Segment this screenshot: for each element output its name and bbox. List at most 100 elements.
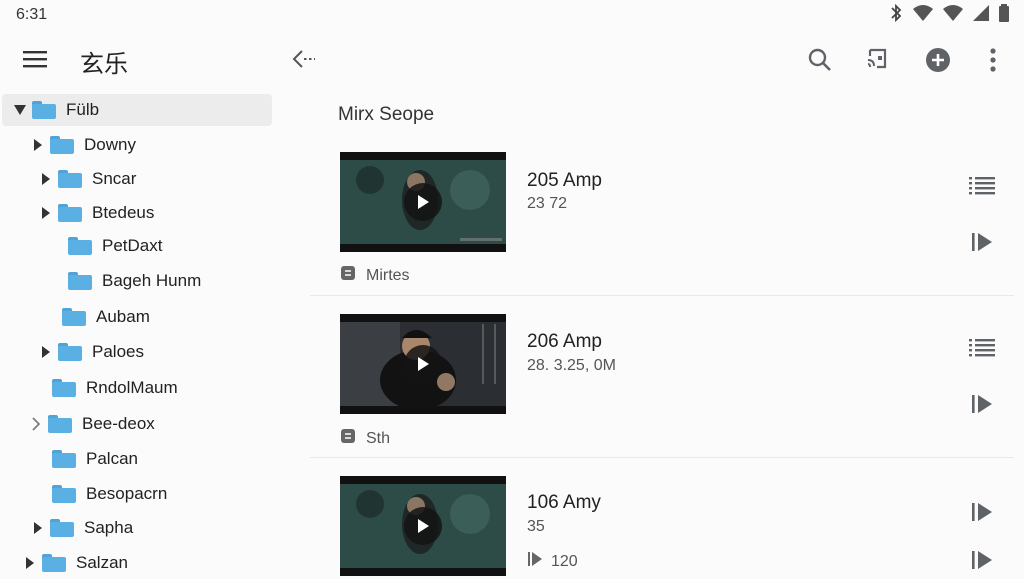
folder-icon (50, 136, 74, 154)
folder-icon (58, 204, 82, 222)
card-title: 206 Amp (527, 331, 602, 352)
folder-icon (68, 272, 92, 290)
battery-icon (998, 4, 1010, 27)
search-icon[interactable] (802, 42, 838, 78)
video-thumbnail[interactable] (340, 152, 506, 252)
chevron-right-icon[interactable] (38, 173, 54, 185)
tree-item-label: Paloes (92, 342, 144, 361)
list-icon[interactable] (966, 170, 998, 202)
bluetooth-icon (888, 3, 904, 27)
play-button[interactable] (404, 507, 442, 545)
card-meta-label: Sth (366, 429, 391, 447)
folder-icon (52, 450, 76, 468)
chevron-right-icon[interactable] (30, 522, 46, 534)
tree-item-label: Bageh Hunm (102, 271, 202, 290)
main-content: Mirx Seope 205 Amp 23 72 Mirtes 206 Amp … (290, 92, 1024, 576)
folder-icon (62, 308, 86, 326)
tree-item[interactable]: Palcan (52, 443, 138, 475)
tree-item[interactable]: Sapha (30, 512, 133, 544)
tree-item[interactable]: Aubam (62, 301, 150, 333)
folder-icon (58, 170, 82, 188)
tree-item[interactable]: Salzan (22, 547, 128, 579)
tree-item[interactable]: Bee-deox (28, 408, 155, 440)
hamburger-menu-icon[interactable] (18, 42, 52, 76)
chevron-right-icon[interactable] (38, 346, 54, 358)
chevron-right-icon[interactable] (28, 417, 44, 431)
play-next-icon (527, 551, 543, 572)
repeat-icon (340, 428, 356, 449)
video-card[interactable]: 205 Amp 23 72 Mirtes (320, 152, 1020, 292)
wifi-icon (912, 4, 934, 27)
app-bar: 玄乐 (0, 30, 1024, 88)
folder-icon (32, 101, 56, 119)
tree-item[interactable]: Besopacrn (52, 478, 167, 510)
divider (310, 295, 1014, 296)
tree-item[interactable]: Downy (30, 129, 136, 161)
tree-item-label: PetDaxt (102, 236, 163, 255)
play-next-icon[interactable] (966, 226, 998, 258)
play-button[interactable] (404, 183, 442, 221)
tree-item[interactable]: Sncar (38, 163, 136, 195)
tree-item-label: RndolMaum (86, 378, 178, 397)
card-subtitle: 23 72 (527, 195, 568, 212)
tree-item[interactable]: Btedeus (38, 197, 154, 229)
card-meta-label: 120 (551, 552, 578, 570)
chevron-right-icon[interactable] (38, 207, 54, 219)
video-thumbnail[interactable] (340, 476, 506, 576)
card-meta: Mirtes (340, 265, 410, 286)
tree-item-label: Palcan (86, 449, 138, 468)
card-title: 205 Amp (527, 170, 602, 191)
card-meta: Sth (340, 428, 390, 449)
play-next-icon[interactable] (966, 496, 998, 528)
card-subtitle: 28. 3.25, 0M (527, 357, 616, 374)
folder-icon (58, 343, 82, 361)
video-card[interactable]: 106 Amy 35 120 (320, 476, 1020, 576)
tree-item[interactable]: Bageh Hunm (68, 265, 201, 297)
status-time: 6:31 (16, 6, 48, 23)
tree-item-label: Btedeus (92, 203, 155, 222)
video-card[interactable]: 206 Amp 28. 3.25, 0M Sth (320, 314, 1020, 454)
folder-icon (42, 554, 66, 572)
tree-item-label: Salzan (76, 553, 128, 572)
chevron-right-icon[interactable] (22, 557, 38, 569)
folder-icon (52, 379, 76, 397)
folder-tree: Fülb Downy Sncar Btedeus PetDaxt Bageh H… (0, 92, 280, 576)
chevron-right-icon[interactable] (30, 139, 46, 151)
card-subtitle: 35 (527, 518, 545, 535)
tree-item-label: Aubam (96, 307, 150, 326)
divider (310, 457, 1014, 458)
tree-item[interactable]: RndolMaum (52, 372, 178, 404)
video-thumbnail[interactable] (340, 314, 506, 414)
card-meta: 120 (527, 551, 578, 572)
section-title: Mirx Seope (338, 104, 435, 125)
cast-icon[interactable] (860, 42, 896, 78)
collapse-sidebar-icon[interactable] (287, 42, 321, 76)
status-bar: 6:31 (0, 0, 1024, 30)
play-button[interactable] (404, 345, 442, 383)
play-next-icon[interactable] (966, 388, 998, 420)
tree-item-label: Downy (84, 135, 136, 154)
tree-item-label: Besopacrn (86, 484, 168, 503)
folder-icon (48, 415, 72, 433)
folder-icon (50, 519, 74, 537)
signal-icon (942, 4, 964, 27)
list-icon[interactable] (966, 332, 998, 364)
add-circle-icon[interactable] (920, 42, 956, 78)
repeat-icon (340, 265, 356, 286)
tree-item-label: Sapha (84, 518, 134, 537)
tree-item[interactable]: Paloes (38, 336, 144, 368)
tree-item[interactable]: PetDaxt (68, 230, 162, 262)
expanded-arrow-icon[interactable] (12, 105, 28, 115)
status-icons (888, 3, 1010, 27)
folder-icon (52, 485, 76, 503)
folder-icon (68, 237, 92, 255)
card-meta-label: Mirtes (366, 266, 410, 284)
tree-item-label: Bee-deox (82, 414, 155, 433)
signal-bars-icon (972, 4, 990, 27)
tree-item-root[interactable]: Fülb (2, 94, 272, 126)
card-title: 106 Amy (527, 492, 601, 513)
app-title: 玄乐 (80, 51, 128, 78)
play-next-icon[interactable] (966, 544, 998, 576)
more-vert-icon[interactable] (975, 42, 1011, 78)
tree-item-label: Fülb (66, 100, 100, 119)
